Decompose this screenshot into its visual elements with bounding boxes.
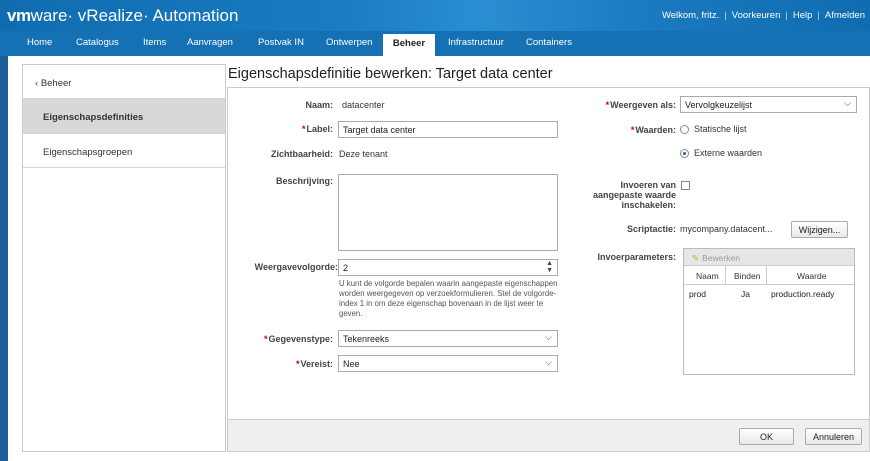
display-as-select[interactable]: Vervolgkeuzelijst ⌵: [680, 96, 857, 113]
preferences-link[interactable]: Voorkeuren: [732, 10, 781, 21]
grid-cell-value: production.ready: [771, 289, 835, 299]
radio-static-list[interactable]: [680, 125, 689, 134]
radio-external-values[interactable]: [680, 149, 689, 158]
nav-tab-catalog[interactable]: Catalogus: [76, 37, 119, 48]
script-action-value: mycompany.datacent...: [680, 224, 773, 234]
nav-tab-containers[interactable]: Containers: [526, 37, 572, 48]
chevron-down-icon: ⌵: [844, 98, 851, 108]
grid-col-bind[interactable]: Binden: [734, 271, 760, 281]
chevron-down-icon: ⌵: [545, 357, 552, 367]
grid-header: Naam Binden Waarde: [684, 266, 854, 285]
datatype-select[interactable]: Tekenreeks ⌵: [338, 330, 558, 347]
welcome-text: Welkom, fritz.: [661, 10, 720, 21]
nav-tab-requests[interactable]: Aanvragen: [187, 37, 233, 48]
label-input[interactable]: Target data center: [338, 121, 558, 138]
table-row[interactable]: prod Ja production.ready: [684, 285, 854, 302]
help-link[interactable]: Help: [793, 10, 813, 21]
nav-tab-home[interactable]: Home: [27, 37, 52, 48]
description-textarea[interactable]: [338, 174, 558, 251]
cancel-button[interactable]: Annuleren: [805, 428, 862, 445]
grid-cell-bind: Ja: [741, 289, 750, 299]
edit-form: Naam: datacenter *Label: Target data cen…: [227, 87, 870, 452]
visibility-value: Deze tenant: [339, 149, 388, 159]
custom-value-label: Invoeren van aangepaste waarde inschakelen…: [592, 180, 676, 210]
sidebar-item-property-definitions[interactable]: Eigenschapsdefinities: [23, 98, 225, 133]
display-order-label: Weergavevolgorde:: [254, 262, 338, 272]
page-title: Eigenschapsdefinitie bewerken: Target da…: [228, 66, 553, 82]
values-label: *Waarden:: [630, 125, 676, 135]
display-order-help: U kunt de volgorde bepalen waarin aangep…: [339, 279, 558, 318]
input-params-label: Invoerparameters:: [597, 252, 676, 262]
display-as-label: *Weergeven als:: [605, 100, 676, 110]
form-footer: OK Annuleren: [228, 419, 869, 451]
user-bar: Welkom, fritz. | Voorkeuren | Help | Afmelden: [661, 10, 865, 21]
name-label: Naam:: [305, 100, 333, 110]
description-label: Beschrijving:: [275, 176, 333, 186]
display-order-input[interactable]: 2 ▲ ▼: [338, 259, 558, 276]
datatype-label: *Gegevenstype:: [263, 334, 333, 344]
label-label: *Label:: [301, 124, 333, 134]
radio-static-list-label: Statische lijst: [694, 124, 747, 134]
ok-button[interactable]: OK: [739, 428, 794, 445]
main-nav: Home Catalogus Items Aanvragen Postvak I…: [0, 31, 870, 56]
required-select[interactable]: Nee ⌵: [338, 355, 558, 372]
visibility-label: Zichtbaarheid:: [270, 149, 333, 159]
input-params-grid: ✎ Bewerken Naam Binden Waarde prod Ja pro…: [683, 248, 855, 375]
grid-col-value[interactable]: Waarde: [797, 271, 826, 281]
sidebar-back-link[interactable]: ‹ Beheer: [23, 65, 225, 98]
grid-edit-button[interactable]: ✎ Bewerken: [684, 249, 854, 266]
grid-cell-name: prod: [689, 289, 707, 299]
change-script-button[interactable]: Wijzigen...: [791, 221, 848, 238]
nav-tab-inbox[interactable]: Postvak IN: [258, 37, 304, 48]
logout-link[interactable]: Afmelden: [825, 10, 865, 21]
chevron-down-icon: ⌵: [545, 332, 552, 342]
script-action-label: Scriptactie:: [626, 224, 676, 234]
nav-tab-infrastructure[interactable]: Infrastructuur: [448, 37, 504, 48]
top-header: vmware· vRealize· Automation Welkom, fri…: [0, 0, 870, 31]
grid-col-name[interactable]: Naam: [696, 271, 719, 281]
product-logo: vmware· vRealize· Automation: [7, 6, 239, 25]
nav-tab-design[interactable]: Ontwerpen: [326, 37, 372, 48]
nav-tab-administration[interactable]: Beheer: [383, 34, 435, 56]
sidebar: ‹ Beheer Eigenschapsdefinities Eigenscha…: [22, 64, 226, 452]
nav-tab-items[interactable]: Items: [143, 37, 166, 48]
required-label: *Vereist:: [295, 359, 333, 369]
name-value: datacenter: [342, 100, 385, 110]
stepper-icon[interactable]: ▲ ▼: [546, 260, 553, 274]
content-area: ‹ Beheer Eigenschapsdefinities Eigenscha…: [8, 56, 870, 461]
sidebar-item-property-groups[interactable]: Eigenschapsgroepen: [23, 133, 225, 168]
radio-external-values-label: Externe waarden: [694, 148, 763, 158]
custom-value-checkbox[interactable]: [681, 181, 690, 190]
pencil-icon: ✎: [692, 253, 700, 263]
